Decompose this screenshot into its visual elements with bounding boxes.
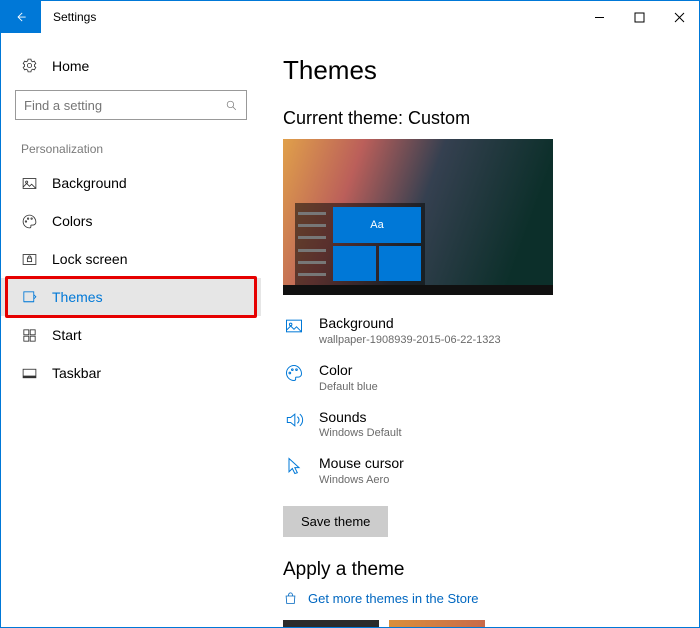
theme-preview: Aa	[283, 139, 553, 295]
property-value: Windows Default	[319, 427, 402, 439]
sidebar-item-label: Themes	[52, 289, 103, 305]
minimize-button[interactable]	[579, 1, 619, 33]
maximize-icon	[634, 12, 645, 23]
palette-icon	[21, 213, 38, 230]
store-icon	[283, 591, 298, 606]
theme-card[interactable]	[283, 620, 379, 627]
property-value: Windows Aero	[319, 474, 404, 486]
minimize-icon	[594, 12, 605, 23]
theme-cards	[283, 620, 669, 627]
sidebar-item-background[interactable]: Background	[1, 164, 261, 202]
sidebar-item-label: Taskbar	[52, 365, 101, 381]
close-icon	[674, 12, 685, 23]
store-link-label: Get more themes in the Store	[308, 591, 479, 606]
maximize-button[interactable]	[619, 1, 659, 33]
picture-icon	[21, 175, 38, 192]
sidebar-item-lockscreen[interactable]: Lock screen	[1, 240, 261, 278]
sidebar: Home Personalization Background Colors L…	[1, 33, 261, 627]
search-box[interactable]	[15, 90, 247, 120]
lock-screen-icon	[21, 251, 38, 268]
sidebar-item-themes[interactable]: Themes	[1, 278, 261, 316]
picture-icon	[284, 316, 304, 336]
cursor-icon	[284, 456, 304, 476]
section-label: Personalization	[1, 138, 261, 164]
home-button[interactable]: Home	[1, 51, 261, 90]
apply-theme-header: Apply a theme	[283, 559, 669, 581]
property-label: Color	[319, 362, 378, 379]
search-icon	[225, 99, 238, 112]
back-button[interactable]	[1, 1, 41, 33]
sidebar-item-colors[interactable]: Colors	[1, 202, 261, 240]
sidebar-item-start[interactable]: Start	[1, 316, 261, 354]
taskbar-icon	[21, 365, 38, 382]
property-value: Default blue	[319, 381, 378, 393]
gear-icon	[21, 57, 38, 74]
theme-property-background[interactable]: Background wallpaper-1908939-2015-06-22-…	[283, 315, 669, 346]
store-link[interactable]: Get more themes in the Store	[283, 591, 669, 606]
sidebar-item-taskbar[interactable]: Taskbar	[1, 354, 261, 392]
property-label: Mouse cursor	[319, 455, 404, 472]
sidebar-item-label: Start	[52, 327, 82, 343]
search-input[interactable]	[24, 98, 225, 113]
home-label: Home	[52, 58, 89, 74]
sound-icon	[284, 410, 304, 430]
title-bar: Settings	[1, 1, 699, 33]
themes-icon	[21, 289, 38, 306]
sidebar-item-label: Lock screen	[52, 251, 127, 267]
page-title: Themes	[283, 55, 669, 86]
theme-property-sounds[interactable]: Sounds Windows Default	[283, 409, 669, 440]
sidebar-item-label: Background	[52, 175, 127, 191]
sidebar-item-label: Colors	[52, 213, 92, 229]
app-title: Settings	[41, 1, 96, 33]
property-value: wallpaper-1908939-2015-06-22-1323	[319, 334, 501, 346]
property-label: Background	[319, 315, 501, 332]
preview-tile: Aa	[333, 207, 421, 243]
save-theme-button[interactable]: Save theme	[283, 506, 388, 537]
main-pane: Themes Current theme: Custom Aa Backgrou…	[261, 33, 699, 627]
start-icon	[21, 327, 38, 344]
current-theme-label: Current theme: Custom	[283, 108, 669, 129]
palette-icon	[284, 363, 304, 383]
theme-property-cursor[interactable]: Mouse cursor Windows Aero	[283, 455, 669, 486]
arrow-left-icon	[14, 10, 28, 24]
theme-card[interactable]	[389, 620, 485, 627]
close-button[interactable]	[659, 1, 699, 33]
property-label: Sounds	[319, 409, 402, 426]
theme-property-color[interactable]: Color Default blue	[283, 362, 669, 393]
window-controls	[579, 1, 699, 33]
preview-start-menu: Aa	[295, 203, 425, 285]
